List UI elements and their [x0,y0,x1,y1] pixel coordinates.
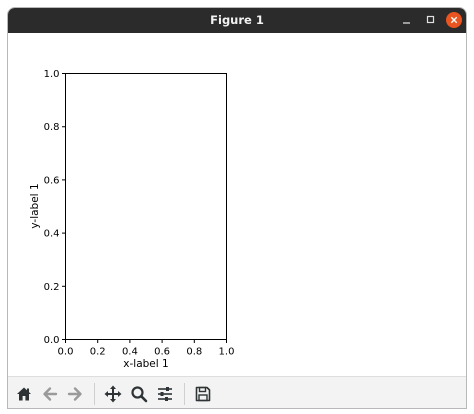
close-button[interactable] [445,11,463,29]
forward-button[interactable] [65,384,85,404]
x-tick-label: 0.8 [186,347,202,358]
zoom-icon [131,386,148,403]
x-axis-ticks: 0.0 0.2 0.4 0.6 0.8 1.0 [58,339,235,358]
pan-icon [104,385,122,403]
y-tick-label: 0.2 [44,282,60,293]
x-axis-label: x-label 1 [123,358,168,370]
pan-button[interactable] [103,384,123,404]
y-tick-label: 0.6 [44,175,60,186]
x-tick-label: 0.6 [154,347,170,358]
chart: 0.0 0.2 0.4 0.6 0.8 1.0 0.0 0.2 0.4 0.6 0.8 1.0 x-… [29,69,235,370]
x-tick-label: 1.0 [219,347,235,358]
y-tick-label: 0.0 [44,335,60,346]
y-tick-label: 0.4 [44,229,60,240]
minimize-button[interactable] [398,11,416,29]
x-tick-label: 0.4 [122,347,138,358]
x-tick-label: 0.0 [58,347,74,358]
save-icon [195,386,211,402]
configure-subplots-icon [158,387,172,401]
zoom-button[interactable] [129,384,149,404]
y-tick-label: 0.8 [44,122,60,133]
figure-window: Figure 1 0.0 0.2 0.4 0.6 0.8 1.0 0.0 0.2 0.4 0.6… [7,7,467,409]
title-bar[interactable]: Figure 1 [8,8,466,33]
y-axis-label: y-label 1 [29,183,41,228]
back-button[interactable] [40,384,60,404]
toolbar-separator [184,383,185,405]
minimize-icon [403,22,410,24]
close-icon [450,16,458,24]
x-tick-label: 0.2 [90,347,106,358]
home-icon [17,387,31,401]
maximize-icon [426,15,435,24]
y-axis-ticks: 0.0 0.2 0.4 0.6 0.8 1.0 [44,69,66,346]
maximize-button[interactable] [422,11,440,29]
axes-frame [65,73,227,340]
back-arrow-icon [43,387,58,401]
home-button[interactable] [14,384,34,404]
configure-subplots-button[interactable] [155,384,175,404]
toolbar-separator [94,383,95,405]
y-tick-label: 1.0 [44,69,60,80]
forward-arrow-icon [67,387,82,401]
navigation-toolbar [8,376,466,408]
figure-canvas[interactable]: 0.0 0.2 0.4 0.6 0.8 1.0 0.0 0.2 0.4 0.6 0.8 1.0 x-… [8,33,466,376]
save-button[interactable] [193,384,213,404]
